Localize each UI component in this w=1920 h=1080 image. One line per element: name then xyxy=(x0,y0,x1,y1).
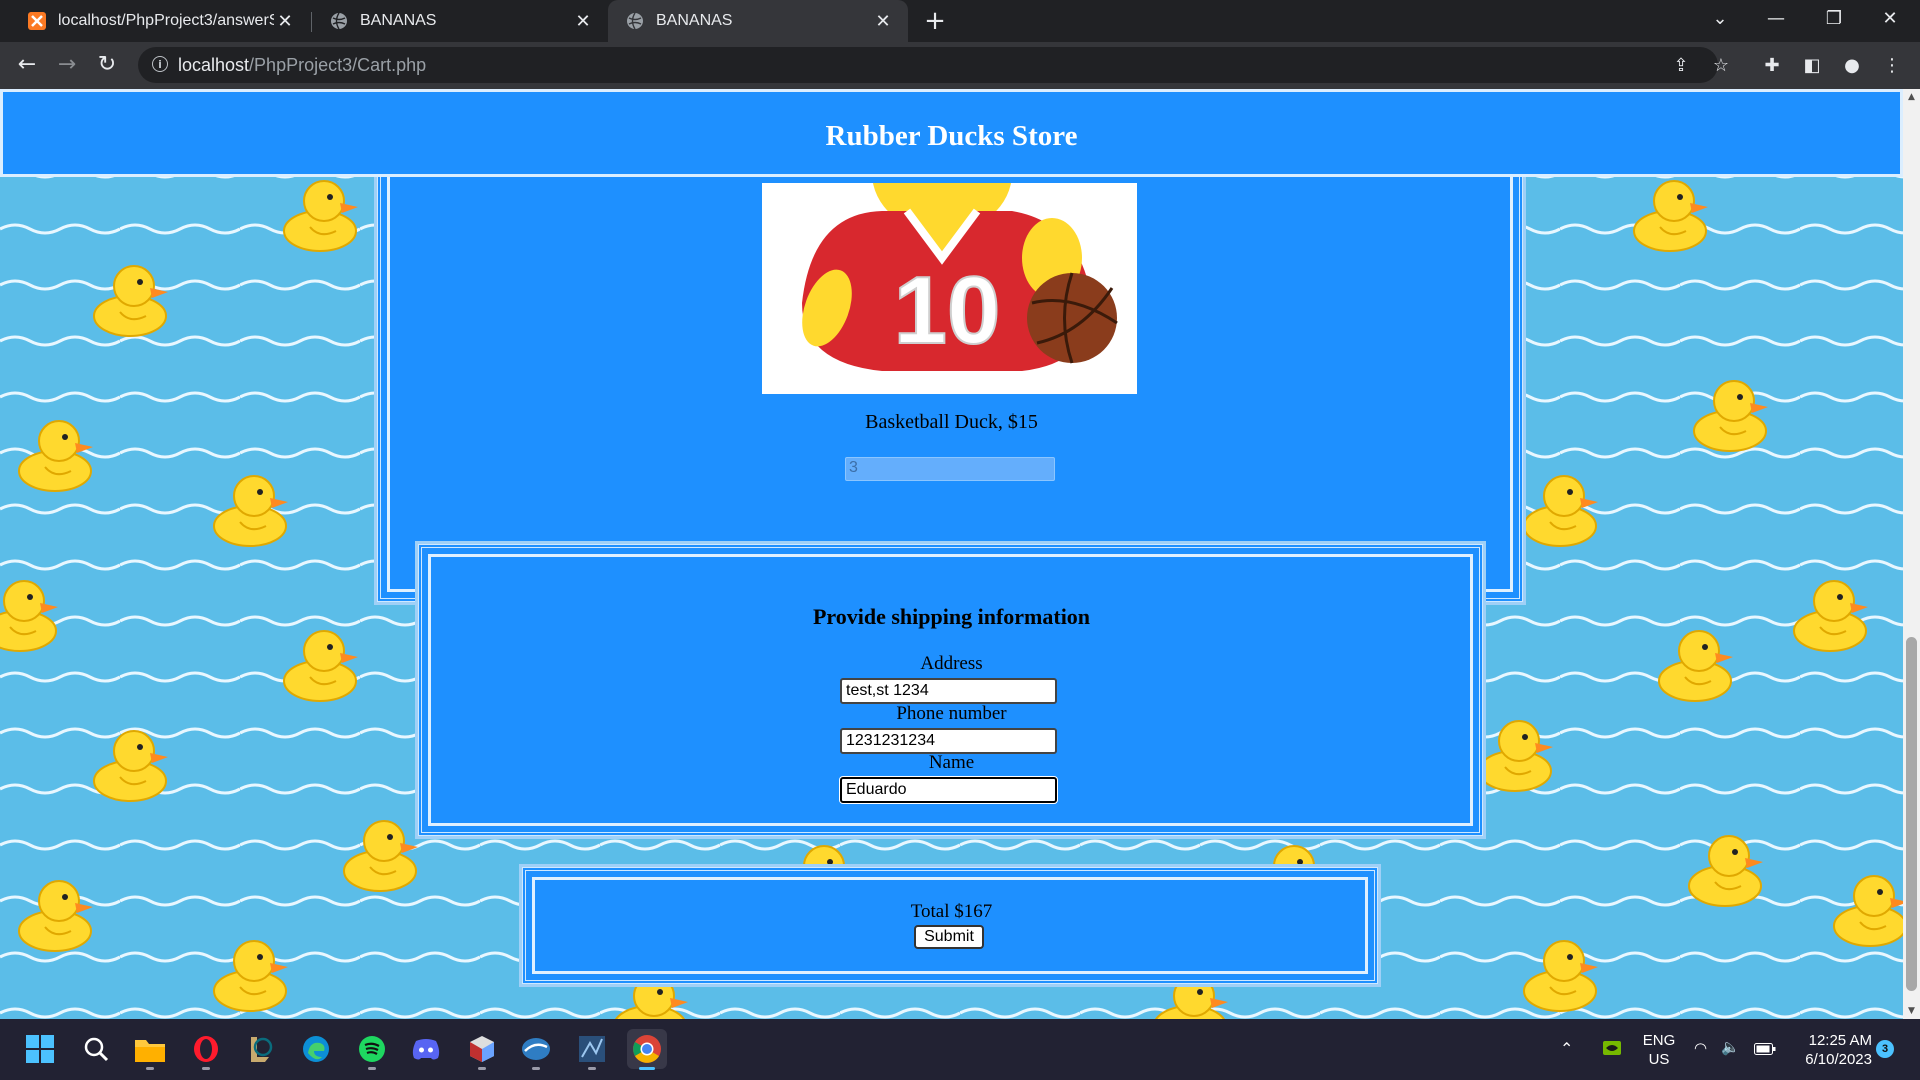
language-code: ENG xyxy=(1642,1032,1676,1049)
store-header: Rubber Ducks Store xyxy=(0,89,1903,177)
reload-button[interactable]: ↻ xyxy=(92,50,122,80)
battery-icon[interactable] xyxy=(1754,1043,1776,1055)
opera-app[interactable] xyxy=(186,1029,226,1070)
address-label: Address xyxy=(920,653,983,674)
page-scrollbar[interactable]: ▲ ▼ xyxy=(1903,89,1920,1019)
running-indicator xyxy=(588,1067,596,1070)
notification-badge[interactable]: 3 xyxy=(1876,1040,1894,1058)
netbeans-app[interactable] xyxy=(572,1029,612,1070)
folder-icon xyxy=(135,1040,165,1062)
url-text[interactable]: localhost/PhpProject3/Cart.php xyxy=(178,55,426,76)
basketball-duck-image: 10 xyxy=(762,183,1137,394)
share-icon[interactable]: ⇪ xyxy=(1670,55,1692,77)
running-indicator xyxy=(146,1067,154,1070)
shipping-title: Provide shipping information xyxy=(812,604,1091,629)
name-label: Name xyxy=(928,752,975,773)
package-app[interactable] xyxy=(462,1029,502,1070)
running-indicator xyxy=(368,1067,376,1070)
name-field[interactable]: Eduardo xyxy=(840,777,1057,803)
restore-button[interactable]: ❐ xyxy=(1806,0,1862,38)
menu-kebab-icon[interactable]: ⋮ xyxy=(1880,54,1904,78)
address-bar[interactable]: i localhost/PhpProject3/Cart.php ⇪ ☆ xyxy=(138,47,1729,83)
league-of-legends-app[interactable] xyxy=(240,1029,280,1069)
browser-tab-strip: localhost/PhpProject3/answerSu ✕ BANANAS… xyxy=(0,0,1920,42)
scrollbar-thumb[interactable] xyxy=(1906,637,1917,991)
product-caption: Basketball Duck, $15 xyxy=(865,411,1038,433)
order-total: Total $167 xyxy=(910,901,993,922)
nvidia-icon[interactable] xyxy=(1603,1041,1621,1055)
jersey-number: 10 xyxy=(894,257,1001,364)
forward-button[interactable]: → xyxy=(52,50,82,80)
minimize-button[interactable]: — xyxy=(1748,0,1804,38)
language-indicator[interactable]: ENG US xyxy=(1642,1031,1676,1069)
tab-title: localhost/PhpProject3/answerSu xyxy=(58,12,274,29)
start-button[interactable] xyxy=(20,1029,60,1069)
spotify-icon xyxy=(359,1036,385,1062)
running-indicator xyxy=(639,1067,655,1070)
close-icon[interactable]: ✕ xyxy=(872,11,894,32)
scroll-down-arrow-icon[interactable]: ▼ xyxy=(1903,1003,1920,1019)
profile-icon[interactable]: ● xyxy=(1840,54,1864,78)
phone-label: Phone number xyxy=(896,703,1007,724)
discord-icon xyxy=(412,1039,440,1060)
close-icon[interactable]: ✕ xyxy=(274,11,296,32)
chrome-app[interactable] xyxy=(627,1029,667,1070)
address-field[interactable]: test,st 1234 xyxy=(840,678,1057,704)
volume-icon[interactable]: 🔈 xyxy=(1721,1038,1740,1056)
mysql-workbench-app[interactable] xyxy=(516,1029,556,1070)
clock[interactable]: 12:25 AM 6/10/2023 xyxy=(1786,1031,1872,1069)
tab-bananas-active[interactable]: BANANAS ✕ xyxy=(608,0,908,42)
chrome-icon xyxy=(633,1035,661,1063)
back-button[interactable]: ← xyxy=(12,50,42,80)
search-button[interactable] xyxy=(76,1029,116,1069)
show-hidden-icons-chevron-icon[interactable]: ⌃ xyxy=(1560,1039,1573,1059)
browser-toolbar: ← → ↻ i localhost/PhpProject3/Cart.php ⇪… xyxy=(0,42,1920,89)
spotify-app[interactable] xyxy=(352,1029,392,1070)
league-icon xyxy=(251,1037,273,1062)
tab-bananas[interactable]: BANANAS ✕ xyxy=(312,0,608,42)
extensions-puzzle-icon[interactable]: ✚ xyxy=(1760,54,1784,78)
opera-icon xyxy=(194,1036,218,1062)
clock-date: 6/10/2023 xyxy=(1805,1051,1872,1068)
xampp-icon xyxy=(28,12,46,30)
new-tab-button[interactable]: + xyxy=(920,6,950,36)
running-indicator xyxy=(532,1067,540,1070)
cube-icon xyxy=(470,1036,494,1062)
wifi-icon[interactable]: ◠ xyxy=(1694,1039,1707,1057)
bookmark-star-icon[interactable]: ☆ xyxy=(1710,55,1732,77)
site-info-icon[interactable]: i xyxy=(152,56,168,72)
tab-answer-summary[interactable]: localhost/PhpProject3/answerSu ✕ xyxy=(10,0,310,42)
globe-icon xyxy=(331,12,347,30)
dolphin-icon xyxy=(522,1038,550,1060)
page-viewport: 10 Basketball Duck, $15 3 Provide shippi… xyxy=(0,89,1903,1019)
running-indicator xyxy=(478,1067,486,1070)
search-icon xyxy=(84,1037,109,1062)
globe-icon xyxy=(627,12,643,30)
windows-taskbar: ⌃ ENG US ◠ 🔈 12:25 AM 6/10/2023 3 xyxy=(0,1019,1920,1080)
phone-field[interactable]: 1231231234 xyxy=(840,728,1057,754)
running-indicator xyxy=(202,1067,210,1070)
discord-app[interactable] xyxy=(406,1029,446,1069)
edge-icon xyxy=(303,1036,329,1062)
submit-button[interactable]: Submit xyxy=(914,925,984,949)
tab-title: BANANAS xyxy=(656,12,733,29)
url-host: localhost xyxy=(178,55,250,75)
quantity-input[interactable]: 3 xyxy=(845,457,1055,481)
windows-logo-icon xyxy=(26,1035,54,1063)
url-path: /PhpProject3/Cart.php xyxy=(249,55,427,75)
side-panel-icon[interactable]: ◧ xyxy=(1800,54,1824,78)
clock-time: 12:25 AM xyxy=(1808,1032,1872,1049)
file-explorer-app[interactable] xyxy=(130,1029,170,1070)
region-code: US xyxy=(1648,1051,1670,1068)
netbeans-icon xyxy=(579,1036,605,1062)
tab-search-chevron-icon[interactable]: ⌄ xyxy=(1692,0,1748,38)
tab-title: BANANAS xyxy=(360,12,437,29)
scroll-up-arrow-icon[interactable]: ▲ xyxy=(1903,89,1920,105)
close-window-button[interactable]: ✕ xyxy=(1862,0,1918,38)
edge-app[interactable] xyxy=(296,1029,336,1069)
close-icon[interactable]: ✕ xyxy=(572,11,594,32)
page-title: Rubber Ducks Store xyxy=(825,120,1078,152)
